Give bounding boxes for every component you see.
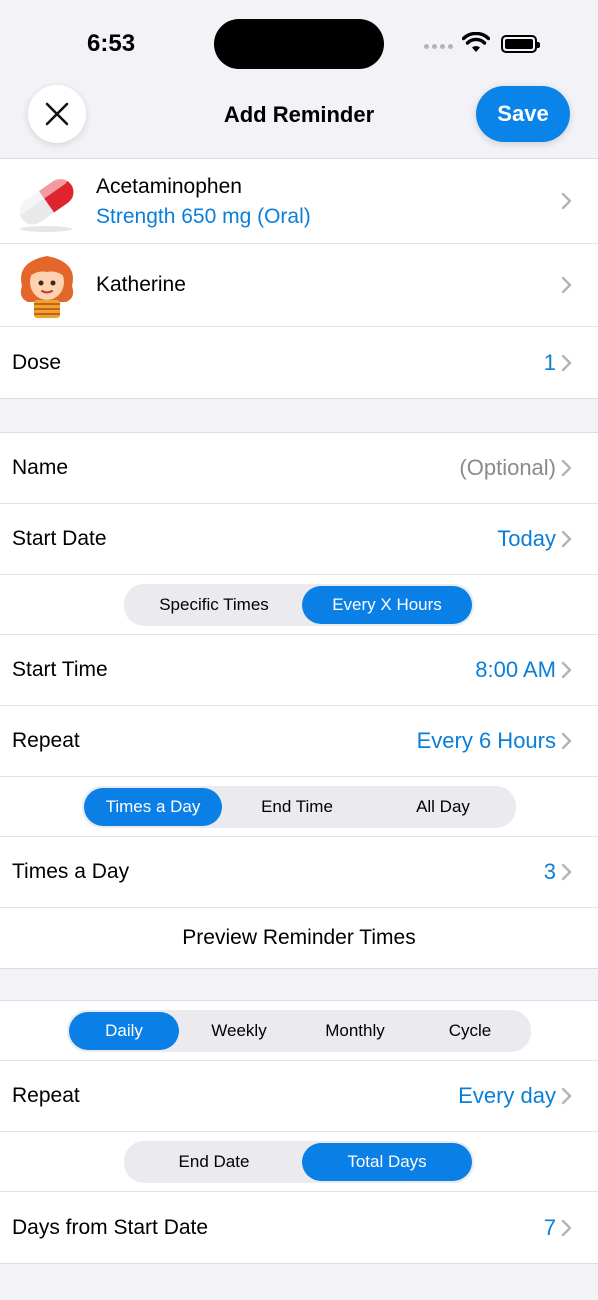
save-button[interactable]: Save — [476, 86, 570, 142]
segment-cycle[interactable]: Cycle — [411, 1012, 529, 1050]
preview-reminder-times-button[interactable]: Preview Reminder Times — [0, 908, 598, 968]
frequency-row: Daily Weekly Monthly Cycle — [0, 1001, 598, 1061]
nav-bar: Add Reminder Save — [0, 85, 598, 158]
repeat-hours-value: Every 6 Hours — [416, 728, 556, 753]
chevron-right-icon — [561, 459, 572, 477]
chevron-right-icon — [561, 276, 572, 294]
wifi-icon — [462, 32, 490, 52]
dynamic-island — [214, 19, 384, 69]
name-label: Name — [12, 456, 69, 479]
person-row[interactable]: Katherine — [0, 244, 598, 327]
repeat-days-label: Repeat — [12, 1084, 80, 1107]
repeat-hours-label: Repeat — [12, 729, 80, 752]
time-mode-segmented-control: Specific Times Every X Hours — [124, 583, 474, 626]
chevron-right-icon — [561, 530, 572, 548]
start-time-label: Start Time — [12, 658, 108, 681]
frequency-segmented-control: Daily Weekly Monthly Cycle — [67, 1009, 531, 1052]
days-from-start-value: 7 — [543, 1214, 556, 1240]
dose-row[interactable]: Dose 1 — [0, 327, 598, 398]
segment-specific-times[interactable]: Specific Times — [126, 586, 302, 624]
start-date-row[interactable]: Start Date Today — [0, 504, 598, 575]
duration-mode-segmented-control: End Date Total Days — [124, 1140, 474, 1183]
chevron-right-icon — [561, 1219, 572, 1236]
repeat-days-value: Every day — [458, 1083, 556, 1108]
days-from-start-row[interactable]: Days from Start Date 7 — [0, 1192, 598, 1263]
times-a-day-value: 3 — [543, 859, 556, 884]
time-mode-row: Specific Times Every X Hours — [0, 575, 598, 635]
segment-monthly[interactable]: Monthly — [299, 1012, 411, 1050]
person-name: Katherine — [96, 273, 186, 296]
segment-total-days[interactable]: Total Days — [302, 1142, 472, 1181]
chevron-right-icon — [561, 1087, 572, 1105]
medication-row[interactable]: Acetaminophen Strength 650 mg (Oral) — [0, 159, 598, 244]
chevron-right-icon — [561, 863, 572, 881]
schedule-group: Name (Optional) Start Date Today Specifi… — [0, 432, 598, 969]
chevron-right-icon — [561, 661, 572, 679]
chevron-right-icon — [561, 732, 572, 750]
segment-every-x-hours[interactable]: Every X Hours — [302, 585, 472, 624]
start-date-value: Today — [497, 526, 556, 551]
cellular-signal-icon — [424, 44, 453, 49]
times-a-day-label: Times a Day — [12, 860, 130, 883]
battery-icon — [501, 35, 540, 53]
frequency-group: Daily Weekly Monthly Cycle Repeat Every … — [0, 1000, 598, 1264]
dose-value: 1 — [543, 349, 556, 375]
limit-mode-segmented-control: Times a Day End Time All Day — [82, 785, 516, 828]
dose-label: Dose — [12, 350, 62, 374]
segment-end-time[interactable]: End Time — [222, 788, 372, 826]
duration-mode-row: End Date Total Days — [0, 1132, 598, 1192]
start-time-row[interactable]: Start Time 8:00 AM — [0, 635, 598, 706]
times-a-day-row[interactable]: Times a Day 3 — [0, 837, 598, 908]
name-value: (Optional) — [459, 455, 556, 480]
segment-times-a-day[interactable]: Times a Day — [84, 787, 222, 826]
segment-end-date[interactable]: End Date — [126, 1143, 302, 1181]
name-row[interactable]: Name (Optional) — [0, 433, 598, 504]
medication-group: Acetaminophen Strength 650 mg (Oral) Kat… — [0, 158, 598, 399]
pill-icon — [16, 175, 74, 232]
chevron-right-icon — [561, 354, 572, 371]
medication-name: Acetaminophen — [96, 175, 242, 198]
segment-all-day[interactable]: All Day — [372, 788, 514, 826]
repeat-days-row[interactable]: Repeat Every day — [0, 1061, 598, 1132]
status-bar: 6:53 — [0, 0, 598, 88]
chevron-right-icon — [561, 192, 572, 210]
start-date-label: Start Date — [12, 527, 107, 550]
days-from-start-label: Days from Start Date — [12, 1215, 209, 1239]
status-time: 6:53 — [87, 30, 136, 57]
limit-mode-row: Times a Day End Time All Day — [0, 777, 598, 837]
segment-weekly[interactable]: Weekly — [179, 1012, 299, 1050]
avatar — [20, 256, 74, 318]
segment-daily[interactable]: Daily — [69, 1011, 179, 1050]
repeat-hours-row[interactable]: Repeat Every 6 Hours — [0, 706, 598, 777]
start-time-value: 8:00 AM — [475, 657, 556, 682]
medication-strength: Strength 650 mg (Oral) — [96, 205, 311, 228]
